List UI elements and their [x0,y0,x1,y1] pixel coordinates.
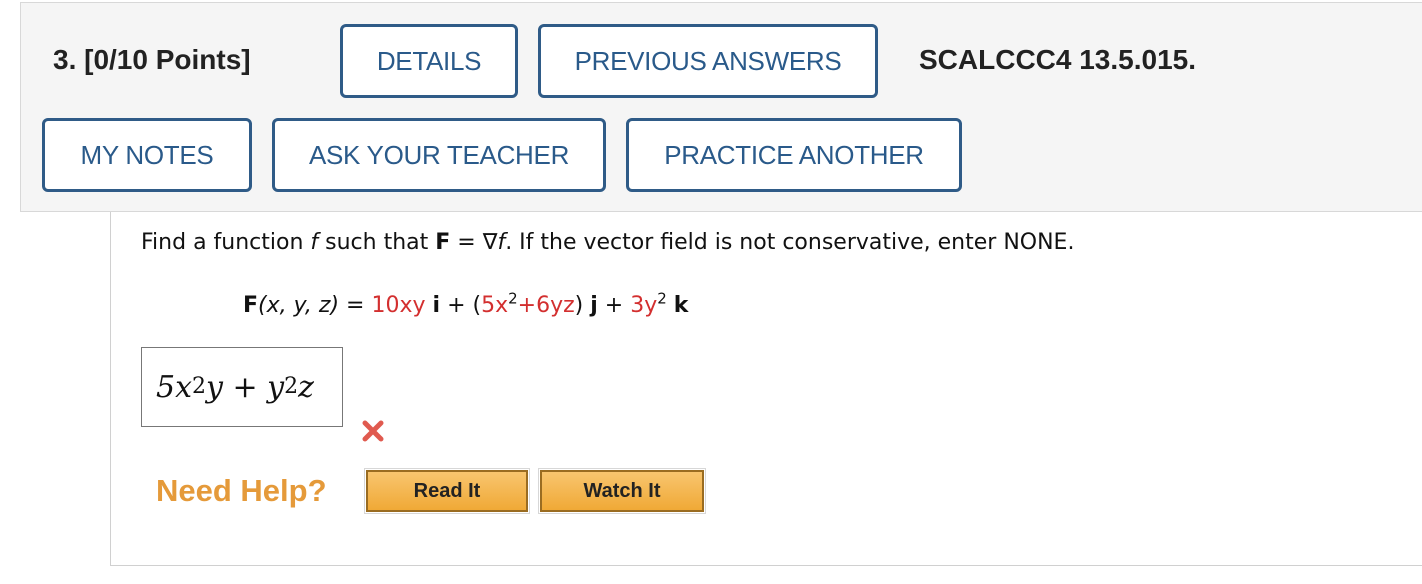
unit-vector-j: j [590,293,598,318]
operator: + ( [440,293,482,318]
prompt-var-f: f [310,230,319,255]
exponent: 2 [657,289,667,308]
exponent: 2 [508,289,518,308]
field-term-1: 10xy [371,293,426,318]
read-it-button[interactable]: Read It [364,468,530,514]
equals-sign: = [339,293,372,318]
prompt-text: = ∇ [450,230,498,255]
prompt-var-F: F [435,230,451,255]
ask-your-teacher-button[interactable]: ASK YOUR TEACHER [272,118,606,192]
answer-text: z [298,369,314,405]
incorrect-x-icon [362,420,384,442]
question-number: 3. [0/10 Points] [53,44,251,75]
operator: + [597,293,631,318]
answer-input[interactable]: 5x 2 y + y2z [141,347,343,427]
vector-field-equation: F(x, y, z) = 10xy i + (5x2+6yz) j + 3y2 … [243,289,689,318]
need-help-label: Need Help? [156,473,327,508]
previous-answers-button[interactable]: PREVIOUS ANSWERS [538,24,878,98]
unit-vector-i: i [432,293,441,318]
my-notes-button[interactable]: MY NOTES [42,118,252,192]
unit-vector-k: k [673,293,689,318]
details-button[interactable]: DETAILS [340,24,518,98]
answer-text: 5x [156,369,193,405]
field-term-3: 3y [630,293,658,318]
operator: ) [574,293,591,318]
field-term-2b: +6yz [517,293,575,318]
watch-it-button[interactable]: Watch It [538,468,706,514]
prompt-text: Find a function [141,230,311,255]
practice-another-button[interactable]: PRACTICE ANOTHER [626,118,962,192]
question-code: SCALCCC4 13.5.015. [919,44,1197,75]
question-prompt: Find a function f such that F = ∇f. If t… [141,230,1074,255]
prompt-text: . If the vector field is not conservativ… [505,230,1075,255]
prompt-text: such that [318,230,436,255]
field-term-2: 5x [481,293,509,318]
field-args: (x, y, z) [258,293,340,318]
answer-text: y + y [206,369,285,405]
field-symbol: F [243,293,259,318]
